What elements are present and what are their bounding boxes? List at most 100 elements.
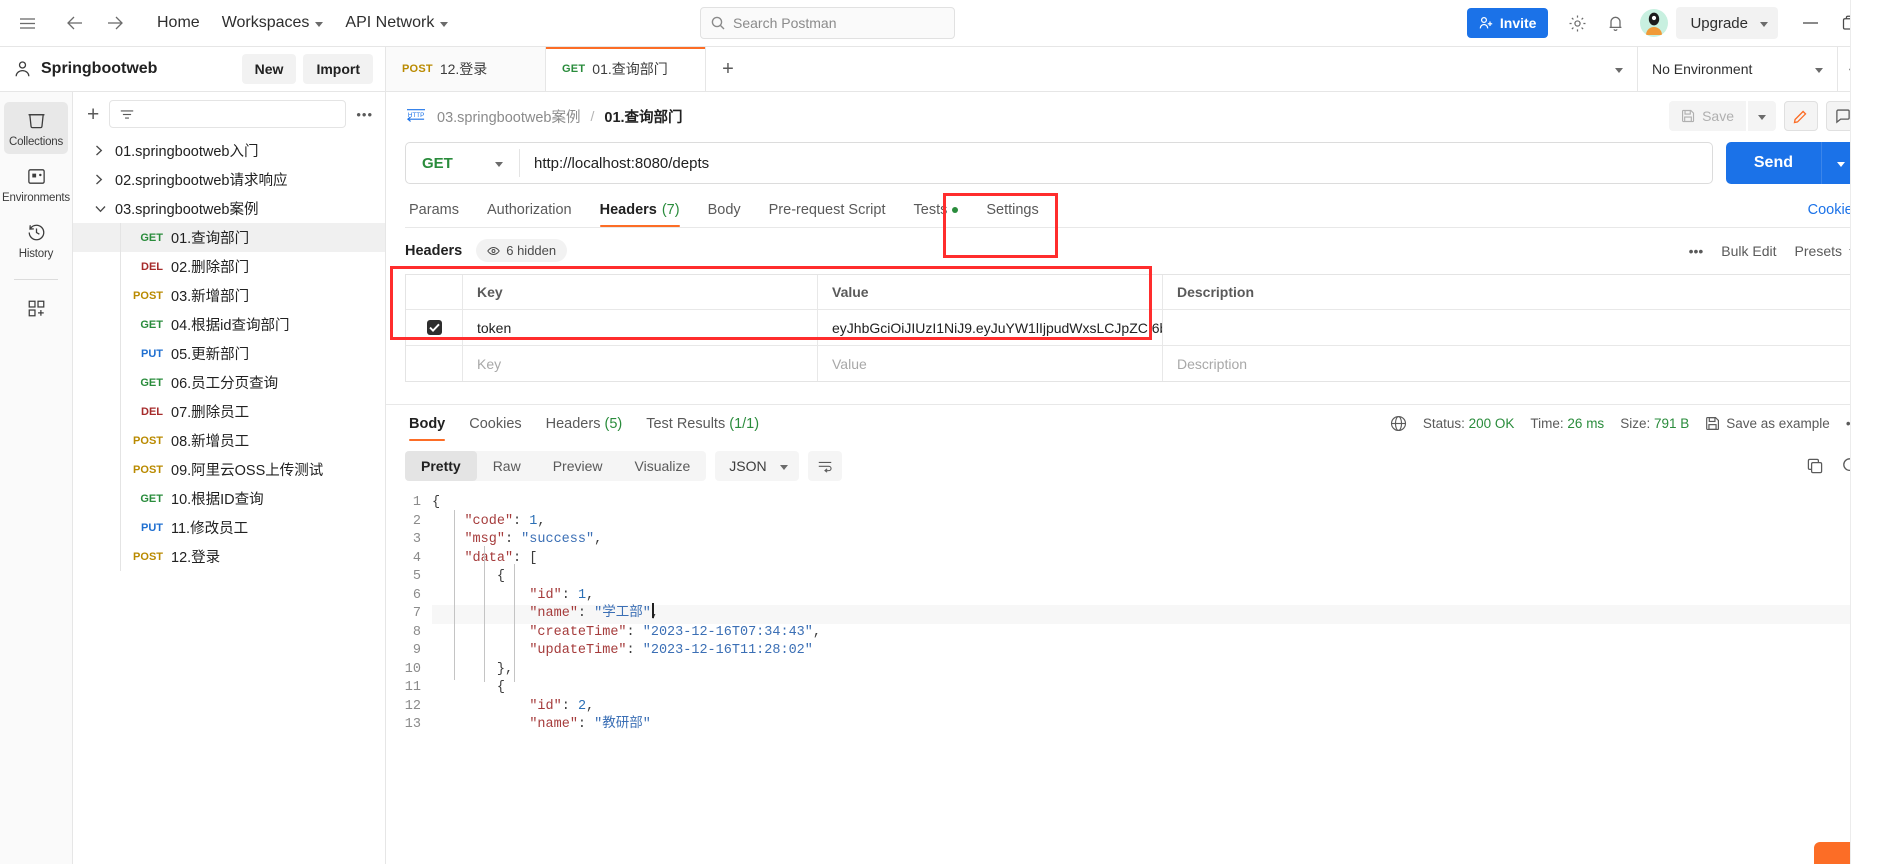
send-button[interactable]: Send: [1725, 142, 1821, 184]
header-col-value: Value: [818, 275, 1163, 309]
request-item-03[interactable]: POST 03.新增部门: [73, 281, 385, 310]
tab-settings[interactable]: Settings: [972, 202, 1052, 227]
avatar[interactable]: [1640, 9, 1669, 37]
format-visualize[interactable]: Visualize: [619, 451, 707, 481]
format-raw[interactable]: Raw: [477, 451, 537, 481]
tab-tests[interactable]: Tests: [900, 202, 973, 227]
request-item-09[interactable]: POST 09.阿里云OSS上传测试: [73, 455, 385, 484]
method-selector[interactable]: GET: [406, 155, 519, 172]
request-tab-1[interactable]: POST 12.登录: [386, 47, 546, 91]
request-item-02[interactable]: DEL 02.删除部门: [73, 252, 385, 281]
format-preview[interactable]: Preview: [537, 451, 619, 481]
nav-api-network-label: API Network: [345, 14, 435, 31]
request-item-05[interactable]: PUT 05.更新部门: [73, 339, 385, 368]
request-item-10[interactable]: GET 10.根据ID查询: [73, 484, 385, 513]
request-item-06-label: 06.员工分页查询: [171, 376, 279, 392]
response-tab-test-results[interactable]: Test Results (1/1): [634, 416, 771, 441]
hamburger-icon[interactable]: [10, 6, 44, 40]
row-value[interactable]: eyJhbGciOiJIUzI1NiJ9.eyJuYW1lIjpudWxsLCJ…: [818, 310, 1163, 345]
request-item-04[interactable]: GET 04.根据id查询部门: [73, 310, 385, 339]
row-key[interactable]: token: [463, 310, 818, 345]
row-description[interactable]: [1163, 310, 1859, 345]
empty-row-value[interactable]: Value: [818, 346, 1163, 381]
topbar-right-group: Invite Upgrade: [1466, 6, 1868, 40]
request-item-06[interactable]: GET 06.员工分页查询: [73, 368, 385, 397]
tab-body[interactable]: Body: [694, 202, 755, 227]
request-item-08-method: POST: [133, 434, 163, 447]
upgrade-button[interactable]: Upgrade: [1676, 7, 1778, 39]
collection-row-1[interactable]: 01.springbootweb入门: [73, 136, 385, 165]
bulk-edit-button[interactable]: Bulk Edit: [1721, 243, 1776, 259]
rail-item-history[interactable]: History: [4, 214, 68, 266]
sidebar-add-button[interactable]: +: [87, 104, 99, 125]
url-input[interactable]: http://localhost:8080/depts: [520, 155, 1712, 172]
request-item-12[interactable]: POST 12.登录: [73, 542, 385, 571]
presets-button[interactable]: Presets: [1795, 243, 1857, 259]
empty-row-key[interactable]: Key: [463, 346, 818, 381]
rail-item-collections[interactable]: Collections: [4, 102, 68, 154]
collection-row-3[interactable]: 03.springbootweb案例: [73, 194, 385, 223]
globe-icon[interactable]: [1390, 415, 1407, 432]
copy-icon[interactable]: [1806, 457, 1824, 475]
new-button[interactable]: New: [241, 54, 297, 84]
nav-api-network[interactable]: API Network: [334, 6, 459, 40]
rail-item-environments[interactable]: Environments: [2, 158, 70, 210]
request-item-01[interactable]: GET 01.查询部门: [73, 223, 385, 252]
sidebar-more-icon[interactable]: •••: [356, 107, 373, 122]
nav-workspaces[interactable]: Workspaces: [211, 6, 335, 40]
nav-home[interactable]: Home: [146, 6, 211, 40]
response-time: Time: 26 ms: [1530, 416, 1604, 431]
response-tab-headers[interactable]: Headers (5): [534, 416, 635, 441]
format-pretty[interactable]: Pretty: [405, 451, 477, 481]
response-body-code[interactable]: 1 2 3 4 5 6 7 8 9 10 11 12 13 {"code": …: [386, 490, 1878, 864]
tab-params[interactable]: Params: [405, 202, 473, 227]
code-line: {: [496, 680, 505, 695]
request-item-08-label: 08.新增员工: [171, 434, 250, 450]
search-input[interactable]: Search Postman: [700, 7, 955, 39]
request-item-08[interactable]: POST 08.新增员工: [73, 426, 385, 455]
response-language-selector[interactable]: JSON: [715, 451, 799, 481]
code-fold-guide: [484, 546, 485, 682]
code-lines[interactable]: { "code": 1, "msg": "success", "data": […: [432, 490, 1878, 864]
save-dropdown-button[interactable]: [1748, 101, 1776, 131]
code-line-numbers: 1 2 3 4 5 6 7 8 9 10 11 12 13: [386, 490, 432, 864]
row-checkbox[interactable]: [426, 320, 442, 335]
headers-more-icon[interactable]: •••: [1689, 243, 1704, 259]
rail-item-add-module[interactable]: [4, 290, 68, 325]
new-tab-button[interactable]: +: [706, 47, 750, 91]
breadcrumb-collection[interactable]: 03.springbootweb案例: [437, 106, 580, 127]
arrow-right-icon[interactable]: [98, 6, 132, 40]
response-tab-body[interactable]: Body: [405, 416, 457, 441]
save-button[interactable]: Save: [1669, 101, 1746, 131]
minimize-button[interactable]: [1792, 6, 1828, 40]
save-as-example-button[interactable]: Save as example: [1705, 416, 1830, 431]
response-tab-cookies[interactable]: Cookies: [457, 416, 533, 441]
request-item-12-method: POST: [133, 550, 163, 563]
wrap-lines-icon[interactable]: [807, 451, 842, 481]
gear-icon[interactable]: [1560, 6, 1594, 40]
tab-pre-request-script[interactable]: Pre-request Script: [755, 202, 900, 227]
request-item-10-method: GET: [140, 492, 163, 505]
sidebar-filter-input[interactable]: [109, 100, 347, 128]
import-button[interactable]: Import: [303, 54, 373, 84]
environment-selector[interactable]: No Environment: [1638, 47, 1838, 91]
chevron-down-icon[interactable]: [1615, 67, 1623, 73]
send-group: Send: [1725, 142, 1860, 184]
bell-icon[interactable]: [1598, 6, 1632, 40]
empty-row-description[interactable]: Description: [1163, 346, 1859, 381]
chevron-down-icon: [1758, 114, 1766, 120]
request-item-07[interactable]: DEL 07.删除员工: [73, 397, 385, 426]
arrow-left-icon[interactable]: [58, 6, 92, 40]
invite-button[interactable]: Invite: [1466, 8, 1549, 38]
left-rail: Collections Environments History: [0, 92, 73, 864]
collection-row-2[interactable]: 02.springbootweb请求响应: [73, 165, 385, 194]
tab-headers[interactable]: Headers (7): [586, 202, 694, 227]
table-row[interactable]: token eyJhbGciOiJIUzI1NiJ9.eyJuYW1lIjpud…: [406, 310, 1859, 346]
table-row-empty[interactable]: Key Value Description: [406, 346, 1859, 381]
hidden-headers-toggle[interactable]: 6 hidden: [476, 239, 568, 262]
tab-authorization[interactable]: Authorization: [473, 202, 586, 227]
edit-button[interactable]: [1784, 101, 1818, 131]
request-tab-2[interactable]: GET 01.查询部门: [546, 47, 706, 91]
collections-list: 01.springbootweb入门 02.springbootweb请求响应 …: [73, 136, 385, 864]
request-item-11[interactable]: PUT 11.修改员工: [73, 513, 385, 542]
